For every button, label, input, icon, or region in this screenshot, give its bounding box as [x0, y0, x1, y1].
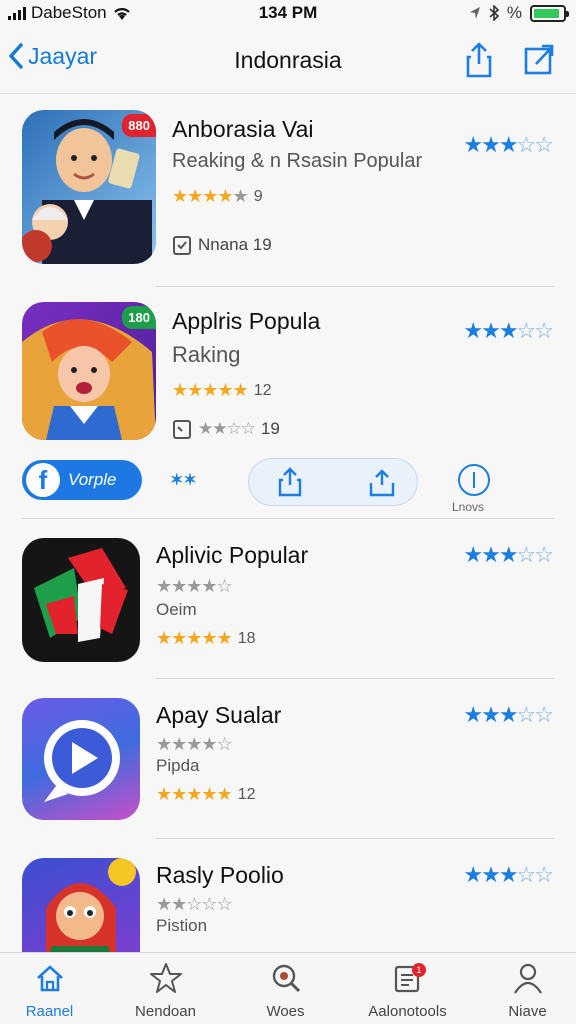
compose-icon[interactable] — [522, 42, 556, 78]
secondary-stars: ★★★★☆ — [156, 734, 233, 754]
star-icon — [149, 963, 182, 993]
app-icon — [22, 698, 140, 820]
rating-stars: ★★★★★ 18 — [156, 628, 256, 648]
info-label: Lnovs — [452, 500, 485, 514]
divider — [156, 286, 554, 287]
rating-count: 12 — [253, 381, 272, 399]
share-icon[interactable] — [367, 467, 397, 497]
location-icon — [469, 7, 480, 19]
app-subtitle: Reaking & n Rsasin Popular — [172, 150, 423, 172]
tab-bar: Raanel Nendoan Woes 1 Aalonotools Niave — [0, 952, 576, 1024]
meta-stars: ★★☆☆ — [198, 419, 256, 438]
score-stars: ★★★☆☆ — [463, 702, 554, 727]
calendar-icon — [173, 420, 191, 439]
tab-home[interactable]: Raanel — [0, 961, 107, 1020]
tab-label: Raanel — [25, 1003, 74, 1020]
app-icon: 880 — [22, 110, 156, 264]
app-icon: 180 — [22, 302, 156, 440]
play-button-icon — [44, 720, 120, 802]
battery-percent: % — [506, 3, 522, 22]
action-bar: f Vorple ✶✶ Lnovs — [0, 454, 576, 518]
tab-profile[interactable]: Niave — [470, 961, 576, 1020]
divider — [156, 838, 554, 839]
rating-count: 9 — [253, 187, 263, 205]
facebook-icon: f — [26, 463, 60, 497]
app-subtitle: Pistion — [156, 916, 208, 935]
info-icon[interactable] — [458, 464, 490, 496]
app-name: Apay Sualar — [156, 702, 282, 728]
battery-icon — [530, 4, 569, 22]
rating-stars: ★★★★★ 12 — [156, 784, 256, 804]
score-stars: ★★★☆☆ — [463, 862, 554, 887]
share-icon[interactable] — [462, 42, 496, 78]
badge: 180 — [122, 306, 156, 329]
tab-label: Nendoan — [135, 1003, 196, 1020]
app-name: Aplivic Popular — [156, 542, 309, 568]
battery-fill — [534, 8, 560, 18]
tab-search[interactable]: Woes — [228, 961, 343, 1020]
app-logo-icon — [34, 548, 128, 642]
app-subtitle: Pipda — [156, 756, 200, 775]
score-stars: ★★★☆☆ — [463, 318, 554, 343]
small-stars-icon: ✶✶ — [170, 472, 197, 489]
search-icon — [272, 964, 300, 993]
app-meta: ★★☆☆ 19 — [172, 418, 280, 440]
navigation-bar: Jaayar Indonrasia — [0, 30, 576, 94]
tab-updates[interactable]: 1 Aalonotools — [350, 961, 465, 1020]
calendar-icon — [173, 236, 191, 255]
score-stars: ★★★☆☆ — [463, 132, 554, 157]
status-bar: DabeSton 134 PM % — [0, 0, 576, 26]
secondary-stars: ★★★★☆ — [156, 576, 233, 596]
share-icon[interactable] — [275, 467, 305, 497]
meta-text: 19 — [260, 419, 280, 438]
app-icon — [22, 538, 140, 662]
app-name: Anborasia Vai — [172, 116, 314, 142]
rating-count: 18 — [237, 629, 256, 647]
app-subtitle: Raking — [172, 342, 241, 367]
badge: 880 — [122, 114, 156, 137]
facebook-button[interactable]: f Vorple — [22, 460, 142, 500]
app-meta: Nnana 19 — [172, 234, 272, 256]
share-segment — [248, 458, 418, 506]
secondary-stars: ★★☆☆☆ — [156, 894, 233, 914]
bluetooth-icon — [489, 5, 499, 21]
tab-label: Woes — [266, 1003, 305, 1020]
rating-stars: ★★★★ ★ 9 — [172, 186, 263, 206]
rating-count: 12 — [237, 785, 256, 803]
status-right: % — [469, 3, 569, 23]
app-icon — [22, 858, 140, 958]
app-name: Rasly Poolio — [156, 862, 284, 888]
home-icon — [36, 965, 63, 992]
tab-label: Aalonotools — [368, 1003, 447, 1020]
divider — [22, 518, 554, 519]
notification-badge: 1 — [412, 963, 426, 977]
score-stars: ★★★☆☆ — [463, 542, 554, 567]
facebook-label: Vorple — [68, 470, 117, 489]
person-icon — [513, 963, 542, 994]
tab-featured[interactable]: Nendoan — [108, 961, 223, 1020]
app-subtitle: Oeim — [156, 600, 197, 619]
divider — [156, 678, 554, 679]
tab-label: Niave — [508, 1003, 547, 1020]
character-illustration-icon — [46, 858, 136, 958]
rating-stars: ★★★★★ 12 — [172, 380, 272, 400]
meta-text: Nnana 19 — [198, 235, 272, 254]
app-name: Applris Popula — [172, 308, 321, 334]
